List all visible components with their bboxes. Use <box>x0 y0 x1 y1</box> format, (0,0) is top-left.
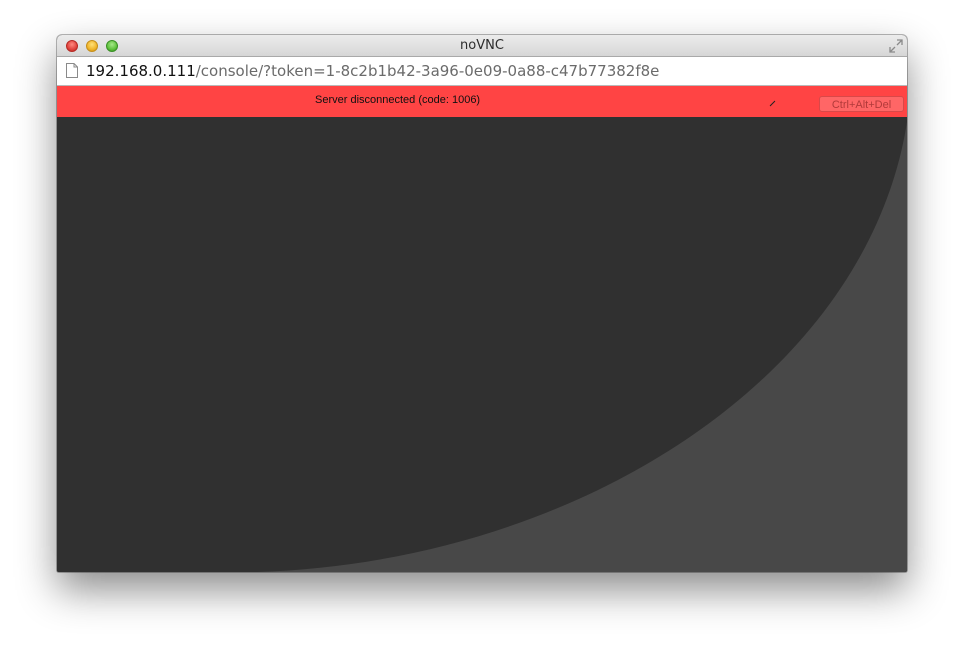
window-title: noVNC <box>460 38 504 53</box>
url-path: /console/?token=1-8c2b1b42-3a96-0e09-0a8… <box>195 62 660 80</box>
browser-window: noVNC 192.168.0.111/console/?token=1-8c2… <box>57 35 907 572</box>
canvas-background <box>57 117 907 572</box>
novnc-status-bar: Server disconnected (code: 1006) Ctrl+Al… <box>57 86 907 117</box>
vnc-canvas[interactable] <box>57 117 907 572</box>
ctrl-alt-del-button[interactable]: Ctrl+Alt+Del <box>819 96 904 112</box>
url-text[interactable]: 192.168.0.111/console/?token=1-8c2b1b42-… <box>86 57 659 85</box>
fullscreen-icon[interactable] <box>889 39 903 53</box>
status-message: Server disconnected (code: 1006) <box>315 94 481 106</box>
address-bar[interactable]: 192.168.0.111/console/?token=1-8c2b1b42-… <box>57 57 907 86</box>
url-host: 192.168.0.111 <box>86 62 196 80</box>
page-icon <box>66 63 78 78</box>
resize-handle-icon <box>769 100 776 107</box>
title-bar[interactable]: noVNC <box>57 35 907 57</box>
